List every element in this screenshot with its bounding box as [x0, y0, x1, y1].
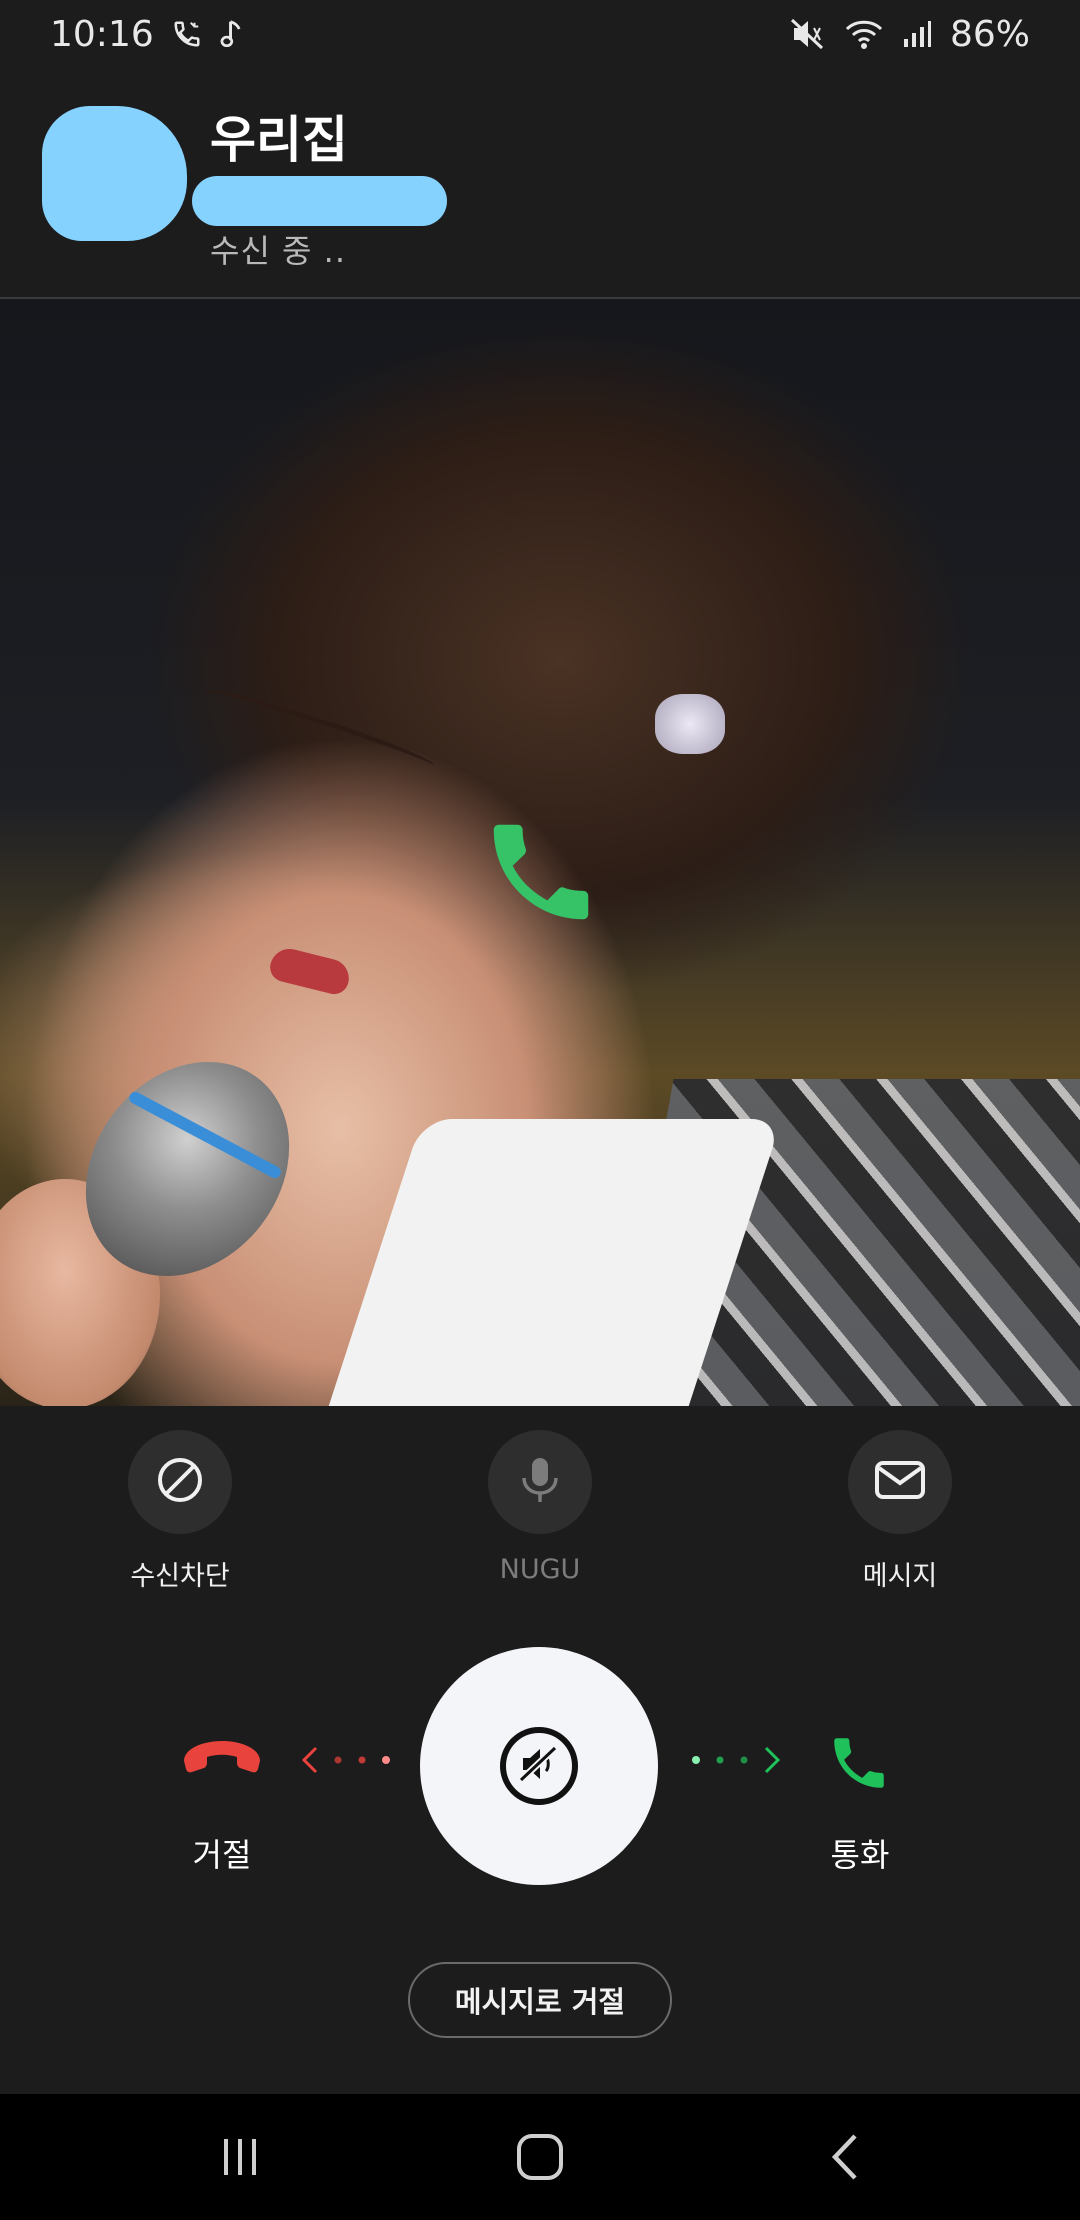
caller-photo: [0, 299, 1080, 1406]
nugu-label: NUGU: [499, 1554, 581, 1585]
envelope-icon: [874, 1460, 926, 1504]
navigation-bar: [0, 2094, 1080, 2220]
status-time: 10:16: [50, 13, 154, 55]
recent-apps-icon[interactable]: [200, 2124, 280, 2190]
message-label: 메시지: [862, 1561, 938, 1592]
status-bar: 10:16 86%: [0, 0, 1080, 68]
decline-swipe-hint: [300, 1745, 400, 1779]
message-button[interactable]: 메시지: [790, 1430, 1010, 1593]
mute-speaker-icon: [517, 1744, 561, 1788]
home-icon[interactable]: [500, 2124, 580, 2190]
music-note-icon: [220, 18, 246, 50]
action-circle: [128, 1430, 232, 1534]
battery-percentage: 86%: [949, 13, 1030, 55]
photo-earpiece: [655, 694, 725, 754]
mute-ringtone-button[interactable]: [500, 1727, 578, 1805]
action-circle: [848, 1430, 952, 1534]
microphone-icon: [518, 1454, 562, 1510]
avatar: [42, 106, 187, 241]
call-status: 수신 중 ..: [210, 232, 347, 270]
caller-name: 우리집: [210, 111, 348, 169]
decline-phone-icon[interactable]: [180, 1735, 264, 1775]
wifi-icon: [844, 18, 884, 50]
block-icon: [154, 1454, 206, 1510]
incoming-call-screen: 10:16 86% 우리집 수신 중 .. 수신차단 NUGU 메시지 거절 통…: [0, 0, 1080, 2220]
accept-phone-icon[interactable]: [826, 1730, 892, 1796]
block-caller-button[interactable]: 수신차단: [70, 1430, 290, 1593]
signal-icon: [902, 19, 932, 49]
phone-icon: [478, 809, 604, 935]
back-icon[interactable]: [805, 2124, 885, 2190]
vibrate-mute-icon: [790, 18, 826, 50]
accept-swipe-hint: [682, 1745, 782, 1779]
caller-number-redacted: [192, 176, 447, 226]
swipe-handle[interactable]: [420, 1647, 658, 1885]
phone-call-icon: [172, 19, 202, 49]
nugu-button[interactable]: NUGU: [430, 1430, 650, 1585]
photo-lips: [267, 944, 353, 998]
action-circle: [488, 1430, 592, 1534]
block-caller-label: 수신차단: [130, 1561, 230, 1592]
decline-label: 거절: [192, 1836, 252, 1874]
caller-header: 우리집 수신 중 ..: [0, 68, 1080, 298]
accept-label: 통화: [830, 1836, 890, 1874]
reject-with-message-button[interactable]: 메시지로 거절: [408, 1962, 672, 2038]
answer-swipe-area: 거절 통화: [0, 1640, 1080, 1900]
photo-eyes: [202, 682, 438, 775]
call-actions: 수신차단 NUGU 메시지: [0, 1430, 1080, 1600]
